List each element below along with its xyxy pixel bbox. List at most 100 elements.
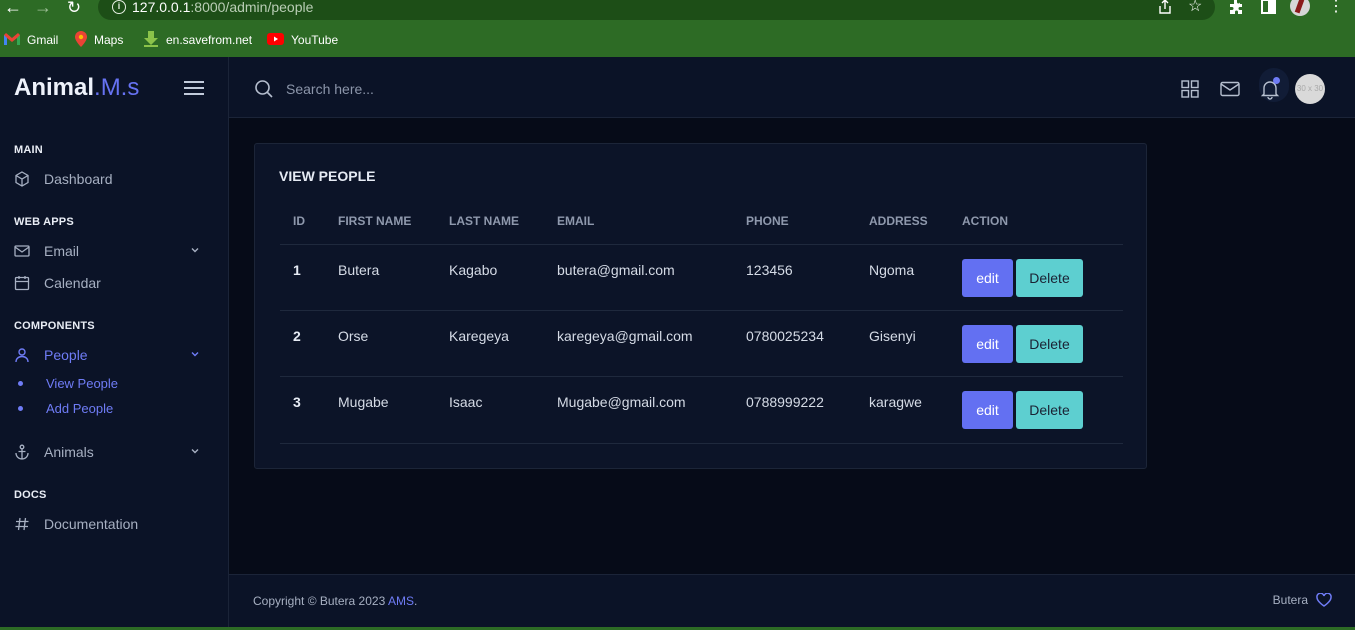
copyright-text: Copyright © Butera 2023 bbox=[253, 594, 388, 608]
sidebar-item-label: Calendar bbox=[44, 275, 101, 291]
table-cell-phone: 123456 bbox=[746, 262, 793, 278]
download-icon bbox=[143, 30, 159, 50]
row-divider bbox=[280, 244, 1123, 245]
bullet-icon bbox=[18, 405, 23, 411]
column-header-phone: PHONE bbox=[746, 214, 789, 228]
brand-main: Animal bbox=[14, 74, 95, 101]
row-divider bbox=[280, 310, 1123, 311]
bookmark-savefrom[interactable]: en.savefrom.net bbox=[143, 30, 253, 50]
url-path: :8000/admin/people bbox=[190, 0, 314, 15]
table-cell-first-name: Butera bbox=[338, 262, 380, 278]
app-header: 30 x 30 bbox=[229, 57, 1355, 118]
column-header-first-name: FIRST NAME bbox=[338, 214, 412, 228]
chrome-menu-icon[interactable]: ⋮ bbox=[1328, 0, 1344, 15]
sidebar-item-documentation[interactable]: Documentation bbox=[14, 512, 214, 536]
column-header-id: ID bbox=[293, 214, 305, 228]
footer-credit: Butera bbox=[1273, 593, 1332, 607]
table-cell-first-name: Orse bbox=[338, 328, 369, 344]
table-cell-first-name: Mugabe bbox=[338, 394, 389, 410]
bookmark-gmail[interactable]: Gmail bbox=[4, 31, 58, 49]
mail-icon bbox=[14, 243, 30, 259]
notification-dot bbox=[1273, 77, 1280, 84]
sidebar-item-label: Dashboard bbox=[44, 171, 113, 187]
apps-grid-icon[interactable] bbox=[1179, 78, 1201, 100]
sidebar-item-animals[interactable]: Animals bbox=[14, 440, 214, 464]
search-input[interactable] bbox=[286, 77, 586, 101]
table-cell-last-name: Karegeya bbox=[449, 328, 509, 344]
row-divider bbox=[280, 376, 1123, 377]
chrome-profile-avatar[interactable] bbox=[1290, 0, 1310, 16]
bookmark-label: en.savefrom.net bbox=[166, 33, 253, 47]
sidebar-item-label: People bbox=[44, 347, 88, 363]
heart-icon bbox=[1316, 593, 1332, 607]
sidebar-item-dashboard[interactable]: Dashboard bbox=[14, 167, 214, 191]
column-header-last-name: LAST NAME bbox=[449, 214, 519, 228]
table-cell-email: Mugabe@gmail.com bbox=[557, 394, 686, 410]
table-cell-id: 3 bbox=[293, 394, 301, 410]
sidebar-subitem-label: View People bbox=[46, 375, 119, 391]
app-logo[interactable]: Animal.M.s bbox=[14, 74, 139, 102]
sidebar-item-label: Animals bbox=[44, 444, 94, 460]
column-header-email: EMAIL bbox=[557, 214, 595, 228]
browser-toolbar: ← → ↻ i 127.0.0.1:8000/admin/people ☆ ⋮ … bbox=[0, 0, 1355, 57]
card-title: VIEW PEOPLE bbox=[279, 168, 376, 184]
edit-button[interactable]: edit bbox=[962, 325, 1013, 363]
delete-button[interactable]: Delete bbox=[1016, 325, 1083, 363]
back-button[interactable]: ← bbox=[2, 0, 24, 17]
edit-button[interactable]: edit bbox=[962, 391, 1013, 429]
edit-button[interactable]: edit bbox=[962, 259, 1013, 297]
section-components: COMPONENTS bbox=[14, 320, 95, 332]
delete-button[interactable]: Delete bbox=[1016, 391, 1083, 429]
url-text[interactable]: 127.0.0.1:8000/admin/people bbox=[132, 0, 313, 15]
search-icon bbox=[254, 79, 274, 99]
bullet-icon bbox=[18, 380, 23, 386]
site-info-icon[interactable]: i bbox=[112, 0, 126, 14]
table-cell-address: karagwe bbox=[869, 394, 922, 410]
sidebar-subitem-add-people[interactable]: Add People bbox=[18, 399, 113, 417]
footer-brand-link[interactable]: AMS bbox=[388, 594, 414, 608]
footer-author: Butera bbox=[1272, 593, 1308, 607]
footer: Copyright © Butera 2023 AMS. Butera bbox=[229, 574, 1355, 627]
mail-icon[interactable] bbox=[1219, 78, 1241, 100]
sidebar-item-label: Documentation bbox=[44, 516, 139, 532]
table-cell-last-name: Isaac bbox=[449, 394, 483, 410]
bookmark-maps[interactable]: Maps bbox=[75, 30, 123, 49]
table-cell-address: Gisenyi bbox=[869, 328, 916, 344]
bookmark-star-icon[interactable]: ☆ bbox=[1188, 0, 1202, 15]
section-main: MAIN bbox=[14, 144, 43, 156]
sidebar-item-people[interactable]: People bbox=[14, 343, 214, 367]
bookmark-label: YouTube bbox=[291, 33, 339, 47]
section-web-apps: WEB APPS bbox=[14, 216, 74, 228]
sidebar-item-email[interactable]: Email bbox=[14, 239, 214, 263]
copyright-period: . bbox=[413, 594, 418, 608]
reload-button[interactable]: ↻ bbox=[63, 0, 85, 17]
bookmark-youtube[interactable]: YouTube bbox=[267, 31, 338, 49]
chevron-down-icon[interactable] bbox=[190, 349, 200, 359]
share-icon[interactable] bbox=[1157, 0, 1173, 19]
extensions-icon[interactable] bbox=[1228, 0, 1244, 19]
sidebar-item-label: Email bbox=[44, 243, 80, 259]
table-cell-address: Ngoma bbox=[869, 262, 915, 278]
chevron-down-icon[interactable] bbox=[190, 245, 200, 255]
forward-button[interactable]: → bbox=[32, 0, 54, 17]
column-header-action: ACTION bbox=[962, 214, 1008, 228]
table-cell-email: karegeya@gmail.com bbox=[557, 328, 693, 344]
chevron-down-icon[interactable] bbox=[190, 446, 200, 456]
people-card: VIEW PEOPLE ID FIRST NAME LAST NAME EMAI… bbox=[254, 143, 1147, 469]
table-cell-phone: 0780025234 bbox=[746, 328, 824, 344]
bookmark-label: Gmail bbox=[27, 33, 59, 47]
sidebar-item-calendar[interactable]: Calendar bbox=[14, 271, 214, 295]
table-cell-id: 1 bbox=[293, 262, 301, 278]
box-icon bbox=[14, 171, 30, 187]
column-header-address: ADDRESS bbox=[869, 214, 928, 228]
menu-toggle-icon[interactable] bbox=[184, 80, 204, 96]
sidebar-subitem-view-people[interactable]: View People bbox=[18, 374, 118, 392]
brand-dot: . bbox=[94, 74, 101, 101]
table-cell-email: butera@gmail.com bbox=[557, 262, 675, 278]
side-panel-icon[interactable] bbox=[1261, 0, 1276, 18]
hash-icon bbox=[14, 516, 30, 532]
delete-button[interactable]: Delete bbox=[1016, 259, 1083, 297]
footer-copyright: Copyright © Butera 2023 AMS. bbox=[253, 594, 417, 608]
gmail-icon bbox=[4, 32, 20, 48]
avatar[interactable]: 30 x 30 bbox=[1295, 74, 1325, 104]
